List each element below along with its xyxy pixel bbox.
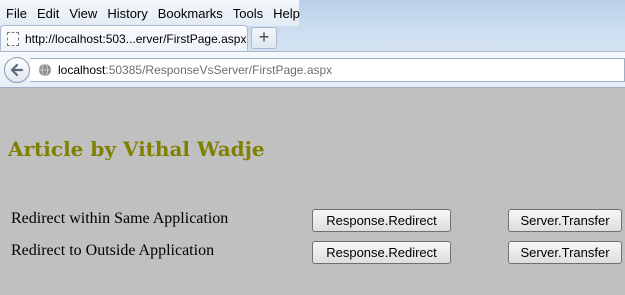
menu-bar: File Edit View History Bookmarks Tools H… — [0, 0, 300, 26]
menu-bookmarks[interactable]: Bookmarks — [158, 6, 223, 21]
page-content: Article by Vithal Wadje Redirect within … — [0, 88, 625, 295]
page-icon — [7, 31, 19, 46]
menu-file[interactable]: File — [6, 6, 27, 21]
row-label-same-app: Redirect within Same Application — [11, 210, 229, 227]
menu-help[interactable]: Help — [273, 6, 300, 21]
new-tab-button[interactable]: + — [251, 27, 277, 49]
server-transfer-same-button[interactable]: Server.Transfer — [508, 209, 622, 232]
response-redirect-same-button[interactable]: Response.Redirect — [312, 209, 451, 232]
tab-bar: http://localhost:503...erver/FirstPage.a… — [0, 25, 625, 51]
menu-tools[interactable]: Tools — [233, 6, 263, 21]
row-label-outside-app: Redirect to Outside Application — [11, 242, 215, 259]
menu-view[interactable]: View — [69, 6, 97, 21]
back-button[interactable] — [4, 57, 30, 83]
menu-history[interactable]: History — [107, 6, 147, 21]
menu-edit[interactable]: Edit — [37, 6, 59, 21]
back-arrow-icon — [10, 63, 24, 77]
browser-chrome: File Edit View History Bookmarks Tools H… — [0, 0, 625, 88]
navigation-bar: localhost:50385/ResponseVsServer/FirstPa… — [0, 51, 625, 88]
response-redirect-outside-button[interactable]: Response.Redirect — [312, 241, 451, 264]
address-bar[interactable]: localhost:50385/ResponseVsServer/FirstPa… — [30, 58, 625, 82]
server-transfer-outside-button[interactable]: Server.Transfer — [508, 241, 622, 264]
url-host: localhost — [58, 63, 106, 77]
tab-active[interactable]: http://localhost:503...erver/FirstPage.a… — [0, 25, 248, 51]
page-title: Article by Vithal Wadje — [8, 137, 265, 161]
url-path: :50385/ResponseVsServer/FirstPage.aspx — [105, 63, 333, 77]
globe-icon — [39, 63, 51, 77]
tab-title: http://localhost:503...erver/FirstPage.a… — [25, 31, 247, 46]
